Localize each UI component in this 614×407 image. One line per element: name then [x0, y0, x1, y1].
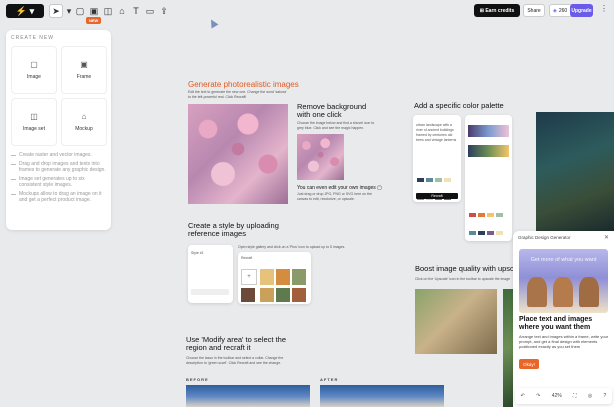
upscale-title: Boost image quality with upsca — [415, 264, 518, 273]
earn-credits-button[interactable]: ⊞ Earn credits — [474, 4, 520, 17]
palette-swatches — [416, 170, 461, 206]
upscale-desc: Click on the 'Upscale' icon in the toolb… — [415, 277, 511, 281]
redo-icon[interactable]: ↷ — [536, 393, 540, 399]
forest-house-image[interactable] — [536, 112, 614, 231]
palette-card[interactable]: urban landscape with a river of ancient … — [413, 115, 461, 202]
remove-bg-image[interactable] — [297, 134, 344, 180]
new-badge: NEW — [86, 17, 102, 24]
before-image[interactable] — [186, 385, 310, 407]
image-set-icon: ◫ — [103, 5, 113, 16]
shirt-icon: ⌂ — [81, 112, 87, 121]
remove-desc: Choose the image below and find a shovel… — [297, 121, 375, 130]
graphic-design-panel: Graphic Design Generator ✕ Get more of w… — [513, 231, 614, 407]
sidebar-hint: Create raster and vector images. — [11, 152, 106, 158]
sidebar-hint: Drag and drop images and texts into fram… — [11, 161, 106, 173]
fit-icon[interactable]: ⛶ — [573, 393, 577, 399]
style-title: Create a style by uploading reference im… — [188, 221, 279, 238]
okay-button[interactable]: Okay! — [519, 359, 539, 369]
recraft-button[interactable]: Recraft — [416, 193, 458, 199]
remove-own-title: You can even edit your own images ▢ — [297, 185, 382, 191]
zoom-bar: ↶ ↷ 42% ⛶ ◎ ? — [515, 388, 612, 404]
credits-icon: ◈ — [553, 7, 557, 14]
panel-preview-image: Get more of what you want — [519, 249, 608, 313]
frame-icon: ▣ — [80, 60, 88, 69]
text-icon: T — [133, 6, 139, 16]
image-icon: ▢ — [377, 185, 382, 191]
chevron-down-icon: ▾ — [66, 5, 72, 16]
zoom-value[interactable]: 42% — [552, 393, 562, 399]
image-icon: ▢ — [75, 5, 85, 16]
upload-icon: ⇪ — [160, 5, 168, 16]
undo-icon[interactable]: ↶ — [521, 393, 525, 399]
more-icon[interactable]: ⋮ — [600, 4, 608, 13]
plus-icon[interactable]: + — [241, 269, 257, 285]
text-tool-button[interactable]: T — [129, 4, 143, 18]
palette-title: Add a specific color palette — [414, 101, 504, 110]
image-set-tool-button[interactable]: ◫ — [101, 4, 115, 18]
style-card[interactable]: Style #1 — [188, 245, 233, 303]
remove-own-desc: Just drag or drop JPG, PNG or SVG here o… — [297, 192, 372, 201]
style-gallery-card[interactable]: Recraft + — [238, 252, 311, 304]
logo-menu-button[interactable]: ⚡ ▾ — [6, 4, 44, 18]
gift-icon: ⊞ — [479, 7, 484, 14]
modify-desc: Choose the lasso in the toolbar and sele… — [186, 356, 284, 365]
sidebar-hint: Mockups allow to drag an image on it and… — [11, 191, 106, 203]
panel-heading: Place text and images where you want the… — [519, 316, 593, 331]
create-mockup-tile[interactable]: ⌂ Mockup — [61, 98, 107, 146]
mockup-tool-button[interactable]: ⌂ — [115, 4, 129, 18]
create-new-sidebar: CREATE NEW ▢ Image ▣ Frame ◫ Image set ⌂ Moc… — [6, 30, 111, 230]
after-label: AFTER — [320, 377, 339, 382]
modify-title: Use 'Modify area' to select the region a… — [186, 335, 286, 352]
upscaled-image[interactable] — [503, 289, 513, 407]
before-label: BEFORE — [186, 377, 209, 382]
panel-title: Graphic Design Generator — [518, 235, 571, 240]
cherry-blossom-image[interactable] — [188, 104, 288, 204]
after-image[interactable] — [320, 385, 444, 407]
upload-tool-button[interactable]: ⇪ — [157, 4, 171, 18]
frame-icon: ▣ — [89, 5, 99, 16]
sidebar-heading: CREATE NEW — [11, 35, 54, 41]
create-image-set-tile[interactable]: ◫ Image set — [11, 98, 57, 146]
share-button[interactable]: Share — [523, 4, 545, 17]
help-icon[interactable]: ? — [604, 393, 607, 399]
comment-tool-button[interactable]: ▭ — [143, 4, 157, 18]
image-tool-button[interactable]: ▢ — [73, 4, 87, 18]
frame-tool-button[interactable]: ▣ — [87, 4, 101, 18]
layers-icon[interactable]: ◎ — [588, 393, 592, 399]
style-desc: Open style gallery and click on a 'Plus'… — [238, 245, 346, 249]
upgrade-button[interactable]: Upgrade — [570, 4, 593, 17]
photo-title: Generate photorealistic images — [188, 80, 299, 89]
create-frame-tile[interactable]: ▣ Frame — [61, 46, 107, 94]
image-icon: ▢ — [30, 60, 38, 69]
close-icon[interactable]: ✕ — [604, 234, 609, 241]
mouse-cursor-icon — [207, 17, 219, 29]
photo-desc: Edit the text to generate the new one. C… — [188, 90, 287, 99]
create-image-tile[interactable]: ▢ Image — [11, 46, 57, 94]
remove-title: Remove background with one click — [297, 102, 367, 119]
palette-picker-card[interactable] — [465, 115, 512, 241]
panel-body: Arrange text and images within a frame, … — [519, 334, 609, 349]
cursor-icon: ➤ — [52, 5, 60, 16]
panel-banner-text: Get more of what you want — [530, 257, 597, 263]
select-tool-button[interactable]: ➤ — [49, 4, 63, 18]
sidebar-hint: Image set generates up to six consistent… — [11, 176, 106, 188]
comment-icon: ▭ — [145, 5, 155, 16]
shirt-icon: ⌂ — [119, 6, 125, 16]
room-image[interactable] — [415, 289, 497, 354]
image-set-icon: ◫ — [30, 112, 38, 121]
